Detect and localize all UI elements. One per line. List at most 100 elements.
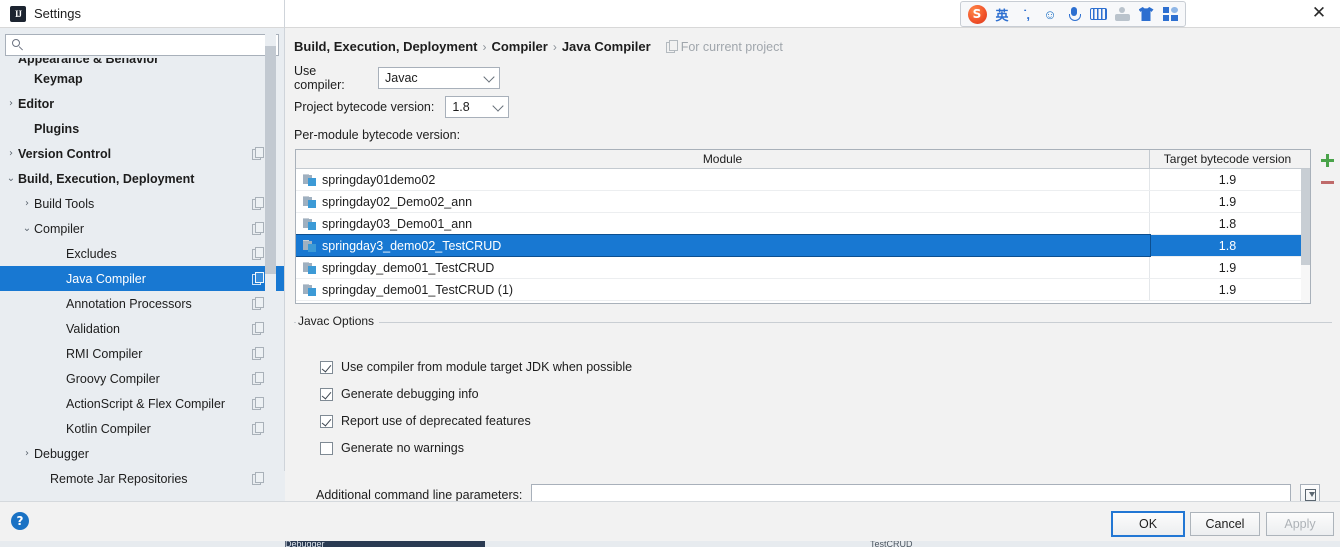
- emoji-icon[interactable]: ☺: [1038, 3, 1062, 25]
- chevron-right-icon[interactable]: ›: [20, 441, 34, 466]
- copy-settings-icon[interactable]: [252, 347, 264, 360]
- add-module-button[interactable]: [1316, 149, 1338, 171]
- sidebar-item-debugger[interactable]: › Debugger: [0, 441, 285, 466]
- cell-target-version[interactable]: 1.9: [1150, 279, 1305, 300]
- sidebar-item-rmi-compiler[interactable]: RMI Compiler: [0, 341, 285, 366]
- sidebar-item-label: Excludes: [66, 246, 117, 261]
- copy-settings-icon[interactable]: [252, 472, 264, 485]
- cell-target-version[interactable]: 1.9: [1150, 169, 1305, 190]
- scope-note-label: For current project: [680, 39, 783, 54]
- sidebar-item-label: Version Control: [18, 146, 112, 161]
- close-icon[interactable]: ✕: [1310, 5, 1328, 23]
- sidebar-item-label: Java Compiler: [66, 271, 146, 286]
- sidebar-scrollbar-thumb[interactable]: [265, 46, 276, 274]
- toolbox-icon[interactable]: [1158, 3, 1182, 25]
- sidebar-item-build-execution-deployment[interactable]: ⌄ Build, Execution, Deployment: [0, 166, 285, 191]
- input-mode-english-icon[interactable]: 英: [990, 3, 1014, 25]
- checkbox-icon[interactable]: [320, 387, 333, 401]
- chevron-down-icon[interactable]: ⌄: [4, 166, 18, 191]
- voice-input-icon[interactable]: [1062, 3, 1086, 25]
- checkbox-row-generate-debugging-info[interactable]: Generate debugging info: [320, 387, 479, 401]
- chevron-right-icon[interactable]: ›: [20, 191, 34, 216]
- sidebar-item-compiler[interactable]: ⌄ Compiler: [0, 216, 285, 241]
- sidebar-item-annotation-processors[interactable]: Annotation Processors: [0, 291, 285, 316]
- column-header-target[interactable]: Target bytecode version: [1150, 150, 1305, 168]
- sidebar-item-version-control[interactable]: › Version Control: [0, 141, 285, 166]
- checkbox-row-report-use-of-deprecated-features[interactable]: Report use of deprecated features: [320, 414, 531, 428]
- copy-settings-icon[interactable]: [252, 147, 264, 160]
- per-module-bytecode-table[interactable]: Module Target bytecode version springday…: [295, 149, 1311, 304]
- breadcrumb-part-compiler[interactable]: Compiler: [491, 39, 547, 54]
- ok-button[interactable]: OK: [1111, 511, 1185, 537]
- project-bytecode-label: Project bytecode version:: [294, 100, 435, 114]
- table-row[interactable]: springday3_demo02_TestCRUD 1.8: [296, 234, 1310, 257]
- cell-target-version[interactable]: 1.8: [1150, 213, 1305, 234]
- remove-module-button[interactable]: [1316, 171, 1338, 193]
- sidebar-item-groovy-compiler[interactable]: Groovy Compiler: [0, 366, 285, 391]
- target-version-value: 1.8: [1218, 238, 1237, 253]
- apply-button[interactable]: Apply: [1266, 512, 1334, 536]
- checkbox-row-generate-no-warnings[interactable]: Generate no warnings: [320, 441, 464, 455]
- chevron-right-icon[interactable]: ›: [4, 58, 18, 66]
- user-account-icon[interactable]: [1110, 3, 1134, 25]
- checkbox-icon[interactable]: [320, 360, 333, 374]
- checkbox-icon[interactable]: [320, 441, 333, 455]
- sidebar-item-keymap[interactable]: Keymap: [0, 66, 285, 91]
- copy-settings-icon[interactable]: [252, 372, 264, 385]
- cell-target-version[interactable]: 1.8: [1150, 235, 1305, 256]
- module-icon: [303, 239, 316, 252]
- copy-settings-icon[interactable]: [252, 272, 264, 285]
- skin-icon[interactable]: [1134, 3, 1158, 25]
- sidebar-item-remote-jar-repositories[interactable]: Remote Jar Repositories: [0, 466, 285, 491]
- sidebar-item-build-tools[interactable]: › Build Tools: [0, 191, 285, 216]
- cell-target-version[interactable]: 1.9: [1150, 257, 1305, 278]
- table-row[interactable]: springday_demo01_TestCRUD 1.9: [296, 257, 1310, 279]
- copy-settings-icon[interactable]: [252, 297, 264, 310]
- soft-keyboard-icon[interactable]: [1086, 3, 1110, 25]
- chevron-down-icon[interactable]: ⌄: [20, 216, 34, 241]
- table-row[interactable]: springday_demo01_TestCRUD (1) 1.9: [296, 279, 1310, 301]
- breadcrumb-part-java-compiler[interactable]: Java Compiler: [562, 39, 651, 54]
- table-row[interactable]: springday02_Demo02_ann 1.9: [296, 191, 1310, 213]
- module-icon: [303, 283, 316, 296]
- chevron-right-icon[interactable]: ›: [4, 141, 18, 166]
- sidebar-item-actionscript-flex-compiler[interactable]: ActionScript & Flex Compiler: [0, 391, 285, 416]
- sidebar-item-appearance-behavior[interactable]: ›Appearance & Behavior: [0, 58, 285, 66]
- column-header-module[interactable]: Module: [296, 150, 1150, 168]
- search-box[interactable]: [5, 34, 279, 56]
- table-scrollbar-thumb[interactable]: [1301, 169, 1310, 265]
- copy-settings-icon[interactable]: [252, 422, 264, 435]
- sidebar-item-kotlin-compiler[interactable]: Kotlin Compiler: [0, 416, 285, 441]
- copy-settings-icon[interactable]: [252, 247, 264, 260]
- chevron-right-icon[interactable]: ›: [4, 91, 18, 116]
- copy-settings-icon[interactable]: [252, 397, 264, 410]
- project-bytecode-value: 1.8: [452, 100, 470, 114]
- breadcrumb-part-build[interactable]: Build, Execution, Deployment: [294, 39, 477, 54]
- project-bytecode-dropdown[interactable]: 1.8: [445, 96, 510, 118]
- dialog-footer: ? OK Cancel Apply: [0, 501, 1340, 541]
- copy-settings-icon[interactable]: [252, 197, 264, 210]
- checkbox-icon[interactable]: [320, 414, 333, 428]
- sidebar-item-validation[interactable]: Validation: [0, 316, 285, 341]
- punctuation-icon[interactable]: ˙,: [1014, 3, 1038, 25]
- sogou-logo-icon[interactable]: S: [964, 3, 990, 25]
- sidebar-item-excludes[interactable]: Excludes: [0, 241, 285, 266]
- cancel-button[interactable]: Cancel: [1190, 512, 1260, 536]
- sidebar-item-plugins[interactable]: Plugins: [0, 116, 285, 141]
- settings-tree[interactable]: ›Appearance & BehaviorKeymap›EditorPlugi…: [0, 58, 285, 501]
- use-compiler-dropdown[interactable]: Javac: [378, 67, 500, 89]
- copy-settings-icon[interactable]: [252, 222, 264, 235]
- table-row[interactable]: springday01demo02 1.9: [296, 169, 1310, 191]
- help-icon[interactable]: ?: [11, 512, 29, 530]
- table-row[interactable]: springday03_Demo01_ann 1.8: [296, 213, 1310, 235]
- search-input[interactable]: [28, 37, 273, 53]
- cell-target-version[interactable]: 1.9: [1150, 191, 1305, 212]
- copy-settings-icon[interactable]: [252, 322, 264, 335]
- sidebar-item-editor[interactable]: › Editor: [0, 91, 285, 116]
- sidebar-item-java-compiler[interactable]: Java Compiler: [0, 266, 285, 291]
- sidebar-item-label: Debugger: [34, 446, 89, 461]
- checkbox-row-use-compiler-from-module-target-jdk-when-possible[interactable]: Use compiler from module target JDK when…: [320, 360, 632, 374]
